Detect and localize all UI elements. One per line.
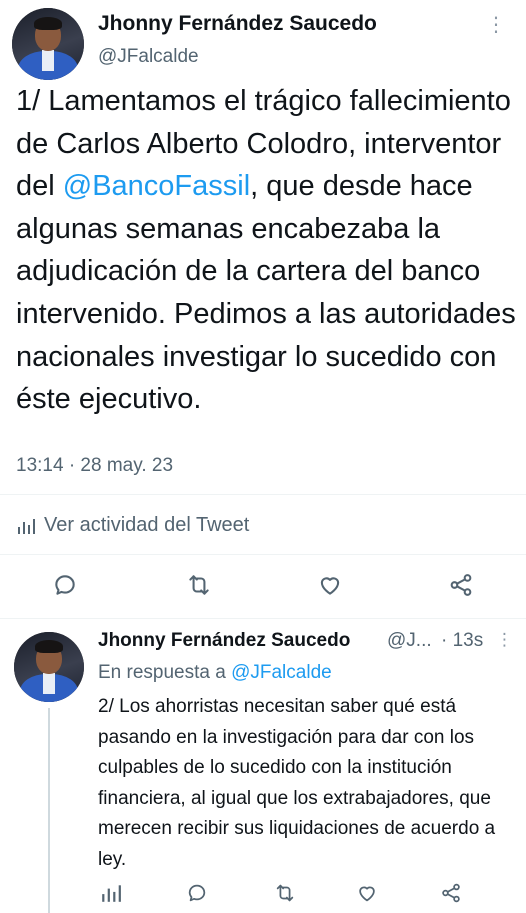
divider	[0, 494, 526, 495]
retweet-icon	[276, 884, 294, 902]
mention-link[interactable]: @BancoFassil	[63, 170, 250, 202]
avatar[interactable]	[12, 8, 84, 80]
reply-like-button[interactable]	[352, 878, 382, 908]
divider	[0, 618, 526, 619]
author-name[interactable]: Jhonny Fernández Saucedo	[98, 12, 377, 36]
reply-time[interactable]: · 13s	[441, 630, 483, 652]
like-icon	[359, 886, 375, 902]
reply-tweet-text: 2/ Los ahorristas necesitan saber qué es…	[98, 696, 496, 870]
reply-to-label: En respuesta a @JFalcalde	[98, 662, 332, 683]
like-button[interactable]	[315, 570, 345, 600]
reply-more-options-icon[interactable]: ⋮	[496, 630, 513, 650]
thread-line	[48, 708, 50, 913]
reply-icon	[55, 575, 75, 595]
retweet-button[interactable]	[184, 570, 214, 600]
share-icon	[442, 883, 460, 903]
share-button[interactable]	[446, 570, 476, 600]
reply-reply-button[interactable]	[182, 878, 212, 908]
tweet-text: 1/ Lamentamos el trágico fallecimiento d…	[16, 85, 516, 416]
view-activity-link[interactable]: Ver actividad del Tweet	[16, 514, 249, 537]
reply-author-name[interactable]: Jhonny Fernández Saucedo	[98, 630, 350, 652]
reply-share-button[interactable]	[436, 878, 466, 908]
reply-avatar[interactable]	[14, 632, 84, 702]
reply-retweet-button[interactable]	[270, 878, 300, 908]
view-activity-label: Ver actividad del Tweet	[44, 514, 250, 536]
retweet-icon	[189, 575, 209, 595]
reply-to-link[interactable]: @JFalcalde	[231, 662, 332, 683]
reply-button[interactable]	[50, 570, 80, 600]
more-options-icon[interactable]: ⋮	[486, 12, 506, 37]
author-handle[interactable]: @JFalcalde	[98, 46, 199, 68]
divider	[0, 554, 526, 555]
tweet-timestamp[interactable]: 13:14 · 28 may. 23	[16, 455, 173, 477]
analytics-icon	[18, 518, 35, 534]
share-icon	[450, 574, 472, 596]
reply-author-handle[interactable]: @J...	[387, 630, 432, 652]
like-icon	[320, 577, 340, 595]
reply-icon	[188, 884, 206, 902]
analytics-icon	[102, 885, 121, 902]
reply-analytics-button[interactable]	[96, 878, 126, 908]
